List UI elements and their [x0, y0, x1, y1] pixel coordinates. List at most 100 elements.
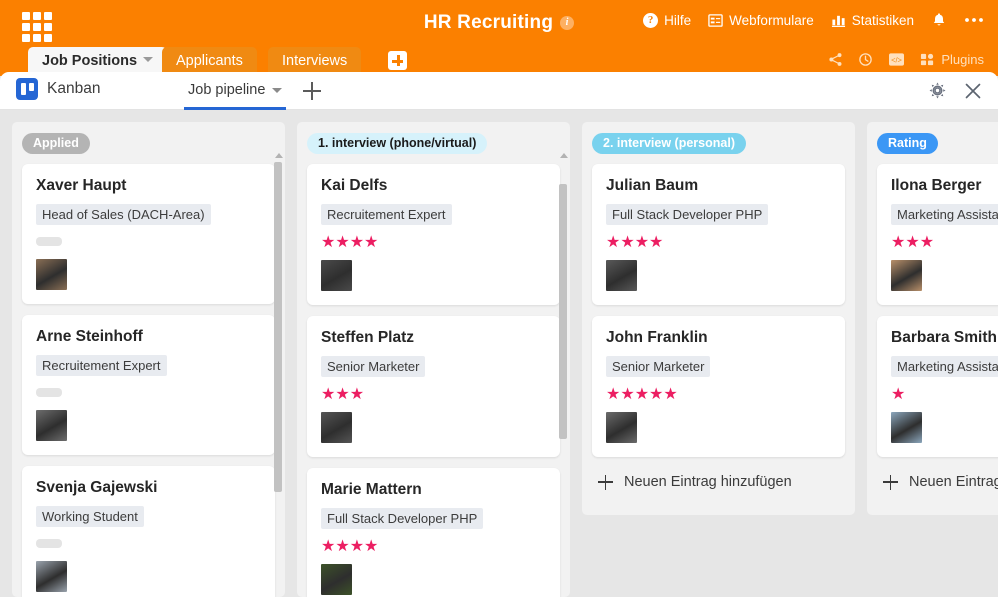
tab-job-pipeline[interactable]: Job pipeline: [184, 72, 287, 110]
card-title: Barbara Smith: [891, 329, 997, 346]
kanban-card[interactable]: John Franklin Senior Marketer ★★★★★: [592, 316, 845, 457]
avatar: [321, 260, 352, 291]
gear-icon[interactable]: [928, 81, 947, 100]
card-title: Kai Delfs: [321, 177, 388, 194]
kanban-panel: Kanban Job pipeline Applied Xaver Haupt He…: [0, 72, 998, 597]
tab-applicants-label: Applicants: [176, 53, 243, 69]
tab-job-pipeline-label: Job pipeline: [188, 81, 266, 98]
statistics-label: Statistiken: [851, 12, 914, 28]
kanban-card[interactable]: Xaver Haupt Head of Sales (DACH-Area): [22, 164, 275, 304]
share-icon: [828, 52, 843, 67]
chevron-down-icon: [272, 88, 283, 93]
scrollbar-thumb[interactable]: [559, 184, 567, 439]
more-horizontal-icon: [964, 17, 984, 23]
kanban-card[interactable]: Barbara Smith Marketing Assistant ★: [877, 316, 998, 457]
card-title: John Franklin: [606, 329, 708, 346]
web-form-icon: [708, 13, 723, 28]
kanban-column: Applied Xaver Haupt Head of Sales (DACH-Ar…: [12, 122, 285, 597]
card-rating-stars[interactable]: ★★★: [891, 234, 998, 251]
plugins-button[interactable]: Plugins: [920, 52, 984, 67]
card-rating-stars[interactable]: ★★★: [321, 386, 546, 403]
plus-icon: [883, 474, 898, 490]
kanban-card[interactable]: Steffen Platz Senior Marketer ★★★: [307, 316, 560, 457]
svg-text:</>: </>: [891, 56, 902, 65]
card-rating-empty[interactable]: [36, 539, 62, 548]
card-rating-stars[interactable]: ★★★★: [606, 234, 831, 251]
card-rating-stars[interactable]: ★: [891, 386, 998, 403]
column-scrollbar[interactable]: [274, 153, 283, 589]
close-icon[interactable]: [964, 82, 982, 100]
info-icon[interactable]: i: [560, 16, 575, 30]
column-title-badge: 2. interview (personal): [592, 133, 746, 154]
card-position-tag: Full Stack Developer PHP: [321, 508, 484, 529]
code-icon: </>: [888, 52, 905, 67]
scroll-up-arrow-icon[interactable]: [560, 153, 568, 158]
kanban-logo-icon: [16, 78, 38, 100]
card-list: Julian Baum Full Stack Developer PHP ★★★★ J…: [592, 164, 845, 457]
kanban-column: 2. interview (personal) Julian Baum Full S…: [582, 122, 855, 515]
card-title: Ilona Berger: [891, 177, 982, 194]
history-icon: [858, 52, 873, 67]
kanban-card[interactable]: Ilona Berger Marketing Assistant ★★★: [877, 164, 998, 305]
card-position-tag: Full Stack Developer PHP: [606, 204, 769, 225]
card-position-tag: Working Student: [36, 506, 144, 527]
card-title: Marie Mattern: [321, 481, 422, 498]
add-tab-button[interactable]: [388, 51, 407, 70]
add-view-button[interactable]: [303, 82, 321, 100]
scrollbar-thumb[interactable]: [274, 162, 282, 492]
tab-job-positions-label: Job Positions: [42, 53, 138, 69]
kanban-column: 1. interview (phone/virtual) Kai Delfs Rec…: [297, 122, 570, 597]
kanban-toolbar: Kanban Job pipeline: [0, 72, 998, 110]
kanban-card[interactable]: Kai Delfs Recruitement Expert ★★★★: [307, 164, 560, 305]
help-button[interactable]: ? Hilfe: [643, 12, 691, 28]
app-header: HR Recruiting i ? Hilfe Webformulare Stat…: [0, 0, 998, 76]
kanban-toolbar-actions: [928, 81, 982, 100]
add-entry-button[interactable]: Neuen Eintrag hinzufügen: [877, 468, 998, 502]
avatar: [891, 412, 922, 443]
avatar: [36, 561, 67, 592]
card-rating-empty[interactable]: [36, 388, 62, 397]
card-title: Steffen Platz: [321, 329, 415, 346]
card-list: Ilona Berger Marketing Assistant ★★★ Barbar…: [877, 164, 998, 457]
card-rating-stars[interactable]: ★★★★: [321, 234, 546, 251]
secondary-toolbar: </> Plugins: [828, 52, 984, 67]
card-rating-empty[interactable]: [36, 237, 62, 246]
avatar: [606, 412, 637, 443]
card-position-tag: Marketing Assistant: [891, 204, 998, 225]
webforms-label: Webformulare: [729, 12, 814, 28]
share-button[interactable]: [828, 52, 843, 67]
bell-icon: [931, 12, 947, 28]
column-title-badge: Rating: [877, 133, 938, 154]
add-entry-label: Neuen Eintrag hinzufügen: [624, 474, 792, 490]
more-options-button[interactable]: [964, 17, 984, 23]
kanban-board: Applied Xaver Haupt Head of Sales (DACH-Ar…: [0, 110, 998, 597]
card-title: Arne Steinhoff: [36, 328, 143, 345]
plugins-label: Plugins: [941, 52, 984, 67]
scroll-up-arrow-icon[interactable]: [275, 153, 283, 158]
kanban-card[interactable]: Marie Mattern Full Stack Developer PHP ★★★…: [307, 468, 560, 597]
card-list: Xaver Haupt Head of Sales (DACH-Area) Arne…: [22, 164, 275, 597]
add-entry-button[interactable]: Neuen Eintrag hinzufügen: [592, 468, 845, 502]
card-rating-stars[interactable]: ★★★★★: [606, 386, 831, 403]
card-rating-stars[interactable]: ★★★★: [321, 538, 546, 555]
column-title-badge: Applied: [22, 133, 90, 154]
page-title-text: HR Recruiting: [423, 12, 554, 33]
kanban-column: RatingIlona BergerMarketing Assistant★★★…: [867, 122, 998, 515]
kanban-card[interactable]: Julian Baum Full Stack Developer PHP ★★★★: [592, 164, 845, 305]
header-actions: ? Hilfe Webformulare Statistiken: [643, 12, 984, 28]
avatar: [321, 412, 352, 443]
notifications-button[interactable]: [931, 12, 947, 28]
history-button[interactable]: [858, 52, 873, 67]
code-button[interactable]: </>: [888, 52, 905, 67]
column-scrollbar[interactable]: [559, 153, 568, 589]
card-position-tag: Senior Marketer: [606, 356, 711, 377]
card-title: Xaver Haupt: [36, 177, 127, 194]
chevron-down-icon: [143, 57, 154, 62]
card-position-tag: Recruitement Expert: [321, 204, 452, 225]
webforms-button[interactable]: Webformulare: [708, 13, 814, 28]
card-position-tag: Recruitement Expert: [36, 355, 167, 376]
statistics-button[interactable]: Statistiken: [831, 13, 914, 28]
avatar: [891, 260, 922, 291]
kanban-card[interactable]: Svenja Gajewski Working Student: [22, 466, 275, 597]
kanban-card[interactable]: Arne Steinhoff Recruitement Expert: [22, 315, 275, 455]
